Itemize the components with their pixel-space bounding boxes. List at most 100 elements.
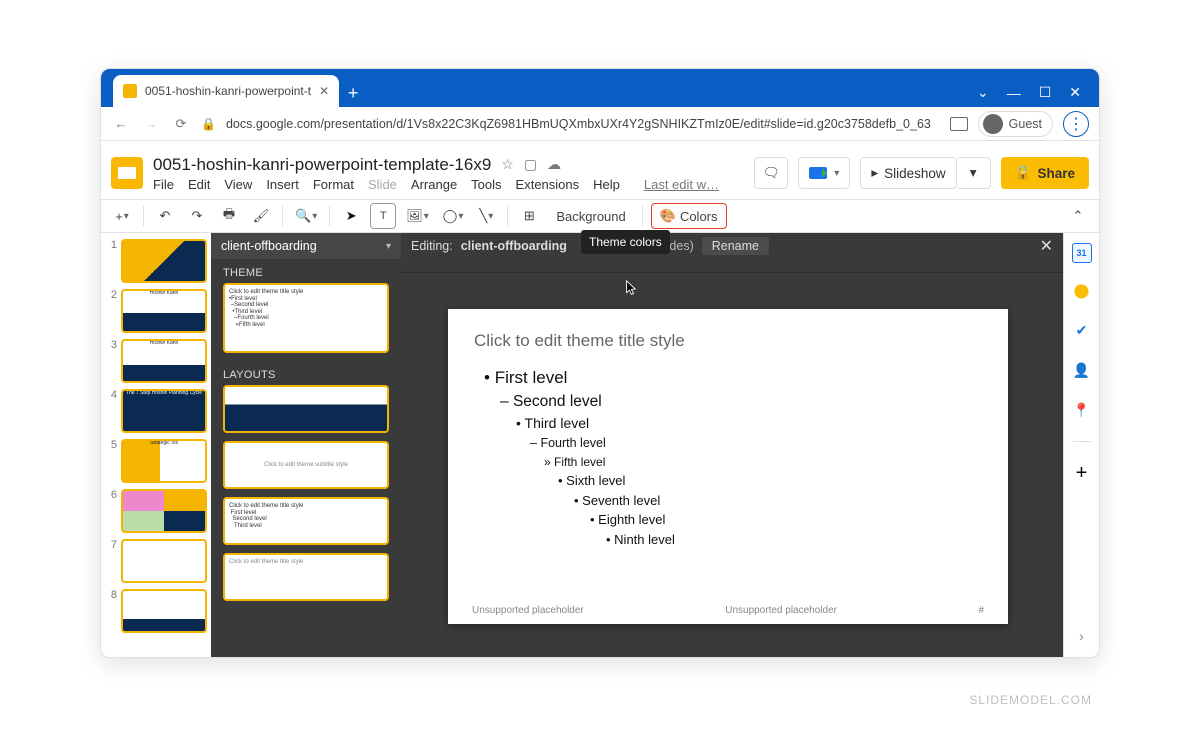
slide-thumb-5[interactable]: Strategic Vis — [121, 439, 207, 483]
menu-view[interactable]: View — [224, 177, 252, 192]
slide-filmstrip[interactable]: 1 2Hoshin Kanri 3Hoshin Kanri 4The 7 Ste… — [101, 233, 211, 658]
text-box-tool[interactable]: T — [370, 203, 396, 229]
undo-button[interactable]: ↶ — [152, 203, 178, 229]
browser-titlebar: 0051-hoshin-kanri-powerpoint-t ✕ + ⌄ — ☐… — [101, 69, 1099, 107]
watermark: SLIDEMODEL.COM — [969, 693, 1092, 707]
last-edit-link[interactable]: Last edit w… — [644, 177, 719, 192]
slide-thumb-8[interactable] — [121, 589, 207, 633]
menu-format[interactable]: Format — [313, 177, 354, 192]
master-theme-thumb[interactable]: Click to edit theme title style•First le… — [223, 283, 389, 353]
nav-forward-button[interactable]: → — [141, 116, 161, 131]
window-minimize-button[interactable]: — — [1007, 85, 1021, 101]
close-theme-editor-button[interactable]: ✕ — [1040, 236, 1053, 256]
editing-name: client-offboarding — [461, 239, 567, 253]
select-tool[interactable]: ➤ — [338, 203, 364, 229]
share-button[interactable]: 🔒 Share — [1001, 157, 1089, 189]
menu-edit[interactable]: Edit — [188, 177, 210, 192]
keep-icon[interactable]: ⬤ — [1069, 277, 1095, 303]
layout-thumb-4[interactable]: Click to edit theme title style — [223, 553, 389, 601]
menu-help[interactable]: Help — [593, 177, 620, 192]
print-button[interactable]: 🖶 — [216, 203, 242, 229]
title-placeholder[interactable]: Click to edit theme title style — [474, 331, 982, 351]
menu-slide: Slide — [368, 177, 397, 192]
colors-button[interactable]: 🎨 Colors — [651, 203, 727, 229]
avatar-icon — [983, 114, 1003, 134]
star-icon[interactable]: ☆ — [501, 156, 514, 173]
body-placeholder[interactable]: First level Second level Third level Fou… — [474, 365, 982, 550]
window-maximize-button[interactable]: ☐ — [1039, 84, 1052, 101]
comments-button[interactable]: 🗨 — [754, 157, 788, 189]
slide-thumb-1[interactable] — [121, 239, 207, 283]
slideshow-label: Slideshow — [884, 166, 946, 181]
tab-close-icon[interactable]: ✕ — [319, 84, 329, 98]
slide-thumb-4[interactable]: The 7 Step Hoshin Planning Cycle — [121, 389, 207, 433]
url-text[interactable]: docs.google.com/presentation/d/1Vs8x22C3… — [226, 117, 940, 131]
layout-thumb-1[interactable] — [223, 385, 389, 433]
footer-center: Unsupported placeholder — [725, 605, 837, 616]
side-panel: 31 ⬤ ✔ 👤 📍 + › — [1063, 233, 1099, 658]
tab-title: 0051-hoshin-kanri-powerpoint-t — [145, 84, 311, 98]
profile-label: Guest — [1009, 117, 1042, 131]
meet-button[interactable]: ▾ — [798, 157, 850, 189]
new-slide-button[interactable]: +▾ — [109, 203, 135, 229]
master-slide[interactable]: Click to edit theme title style First le… — [448, 309, 1008, 624]
slide-thumb-3[interactable]: Hoshin Kanri — [121, 339, 207, 383]
line-tool[interactable]: ╲▾ — [473, 203, 499, 229]
add-placeholder-button[interactable]: ⊞ — [516, 203, 542, 229]
slide-canvas[interactable]: Click to edit theme title style First le… — [401, 273, 1063, 658]
footer-left: Unsupported placeholder — [472, 605, 584, 616]
menu-arrange[interactable]: Arrange — [411, 177, 457, 192]
zoom-button[interactable]: 🔍▾ — [291, 203, 321, 229]
redo-button[interactable]: ↷ — [184, 203, 210, 229]
document-title[interactable]: 0051-hoshin-kanri-powerpoint-template-16… — [153, 155, 491, 175]
camera-icon — [809, 167, 827, 179]
new-tab-button[interactable]: + — [339, 79, 367, 107]
editing-prefix: Editing: — [411, 239, 453, 253]
window-close-button[interactable]: ✕ — [1069, 84, 1081, 101]
maps-icon[interactable]: 📍 — [1069, 397, 1095, 423]
menu-insert[interactable]: Insert — [266, 177, 299, 192]
play-icon: ▸ — [871, 165, 878, 181]
comment-icon: 🗨 — [763, 165, 780, 181]
browser-address-bar: ← → ⟳ 🔒 docs.google.com/presentation/d/1… — [101, 107, 1099, 141]
slides-logo-icon[interactable] — [111, 157, 143, 189]
move-icon[interactable]: ▢ — [524, 156, 537, 173]
paint-format-button[interactable]: 🖌 — [248, 203, 274, 229]
footer-page-number: # — [978, 605, 984, 616]
image-tool[interactable]: 🖼▾ — [402, 203, 433, 229]
horizontal-ruler[interactable] — [401, 259, 1063, 273]
browser-tab[interactable]: 0051-hoshin-kanri-powerpoint-t ✕ — [113, 75, 339, 107]
slideshow-button[interactable]: ▸ Slideshow — [860, 157, 956, 189]
theme-edit-bar: Editing: client-offboarding by all slide… — [401, 233, 1063, 259]
shape-tool[interactable]: ◯▾ — [439, 203, 468, 229]
nav-back-button[interactable]: ← — [111, 116, 131, 131]
share-label: Share — [1037, 166, 1075, 181]
rename-button[interactable]: Rename — [702, 237, 769, 255]
layout-thumb-2[interactable]: Click to edit theme subtitle style — [223, 441, 389, 489]
addons-button[interactable]: + — [1069, 460, 1095, 486]
calendar-icon[interactable]: 31 — [1072, 243, 1092, 263]
tasks-icon[interactable]: ✔ — [1069, 317, 1095, 343]
master-name[interactable]: client-offboarding — [221, 239, 317, 253]
contacts-icon[interactable]: 👤 — [1069, 357, 1095, 383]
theme-builder-panel: client-offboarding ▾ THEME Click to edit… — [211, 233, 401, 658]
slide-thumb-2[interactable]: Hoshin Kanri — [121, 289, 207, 333]
slideshow-options-button[interactable]: ▾ — [957, 157, 991, 189]
dropdown-icon[interactable]: ▾ — [386, 241, 391, 252]
menu-extensions[interactable]: Extensions — [516, 177, 580, 192]
colors-tooltip: Theme colors — [581, 230, 670, 254]
browser-menu-button[interactable]: ⋮ — [1063, 111, 1089, 137]
browser-profile-button[interactable]: Guest — [978, 111, 1053, 137]
translate-icon[interactable] — [950, 117, 968, 131]
menu-tools[interactable]: Tools — [471, 177, 501, 192]
background-button[interactable]: Background — [548, 203, 633, 229]
hide-side-panel-button[interactable]: › — [1069, 623, 1095, 649]
slide-thumb-7[interactable] — [121, 539, 207, 583]
slide-thumb-6[interactable] — [121, 489, 207, 533]
nav-reload-button[interactable]: ⟳ — [171, 116, 191, 132]
layout-thumb-3[interactable]: Click to edit theme title style First le… — [223, 497, 389, 545]
cloud-saved-icon: ☁ — [547, 156, 561, 173]
chevron-down-icon[interactable]: ⌄ — [977, 84, 989, 101]
menu-file[interactable]: File — [153, 177, 174, 192]
collapse-toolbar-button[interactable]: ⌃ — [1065, 203, 1091, 229]
